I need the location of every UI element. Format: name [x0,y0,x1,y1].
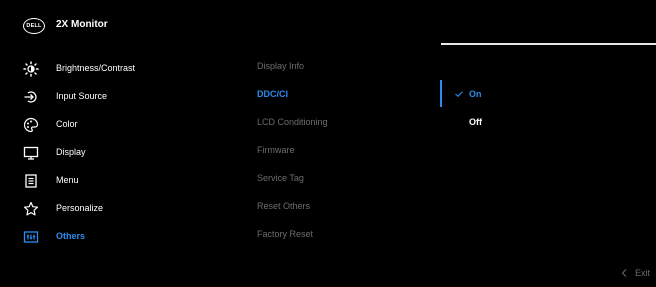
menu-label: Others [56,231,86,241]
brightness-icon [23,61,39,77]
submenu-item-factory-reset[interactable]: Factory Reset [257,229,313,239]
submenu-item-ddc-ci[interactable]: DDC/CI [257,89,288,99]
color-palette-icon [23,117,39,133]
chevron-left-icon [621,269,627,277]
menu-item-menu[interactable]: Menu [0,170,220,194]
osd-header: DELL 2X Monitor [0,0,656,46]
submenu-item-firmware[interactable]: Firmware [257,145,295,155]
option-off[interactable]: Off [469,117,482,127]
menu-label: Color [56,119,78,129]
input-source-icon [23,89,39,105]
option-selection-bar [440,80,442,107]
submenu-item-display-info[interactable]: Display Info [257,61,304,71]
dell-logo: DELL [23,18,45,34]
menu-label: Input Source [56,91,108,101]
menu-label: Brightness/Contrast [56,63,136,73]
exit-button[interactable]: Exit [621,268,650,278]
submenu-item-service-tag[interactable]: Service Tag [257,173,304,183]
checkmark-icon [455,91,463,97]
menu-label: Menu [56,175,79,185]
header-divider [441,43,656,45]
option-on[interactable]: On [469,89,482,99]
others-icon [23,229,39,245]
submenu-item-lcd-conditioning[interactable]: LCD Conditioning [257,117,328,127]
osd-title: 2X Monitor [56,19,108,30]
menu-item-input-source[interactable]: Input Source [0,86,220,110]
exit-label: Exit [634,268,650,278]
display-monitor-icon [23,145,39,161]
monitor-osd: DELL 2X Monitor Brightness/Contrast Inpu… [0,0,656,287]
menu-item-others[interactable]: Others [0,226,220,250]
star-icon [23,201,39,217]
submenu-item-reset-others[interactable]: Reset Others [257,201,310,211]
menu-label: Display [56,147,86,157]
menu-item-personalize[interactable]: Personalize [0,198,220,222]
menu-list-icon [23,173,39,189]
menu-item-color[interactable]: Color [0,114,220,138]
menu-item-display[interactable]: Display [0,142,220,166]
menu-label: Personalize [56,203,104,213]
menu-item-brightness-contrast[interactable]: Brightness/Contrast [0,58,220,82]
